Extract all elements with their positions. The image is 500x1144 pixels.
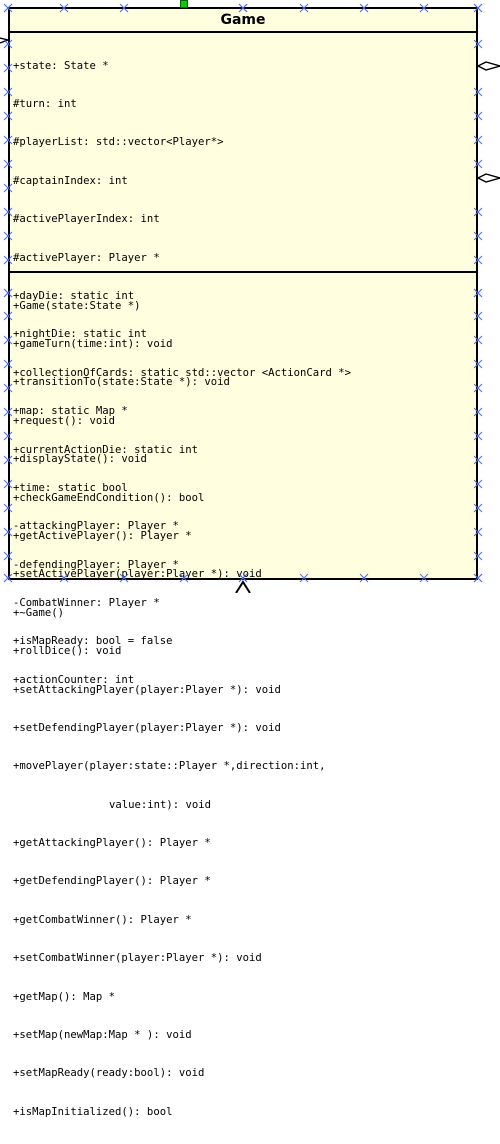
attribute-row: #turn: int: [13, 97, 77, 110]
uml-class-box[interactable]: Game +state: State * #turn: int #playerL…: [8, 7, 478, 1118]
top-handle-icon[interactable]: [180, 0, 188, 8]
attribute-row: #captainIndex: int: [13, 174, 128, 187]
method-row: +getCombatWinner(): Player *: [13, 913, 192, 926]
attribute-row: #activePlayerIndex: int: [13, 213, 160, 226]
method-row: +getAttackingPlayer(): Player *: [13, 837, 211, 850]
method-row: +setAttackingPlayer(player:Player *): vo…: [13, 683, 281, 696]
method-row: +movePlayer(player:state::Player *,direc…: [13, 760, 326, 773]
methods-compartment: +Game(state:State *) +gameTurn(time:int)…: [10, 273, 476, 1118]
method-row: +checkGameEndCondition(): bool: [13, 491, 205, 504]
class-title-bar: Game: [10, 9, 476, 33]
method-row: +setActivePlayer(player:Player *): void: [13, 568, 262, 581]
aggregation-diamond-icon: [476, 173, 500, 183]
method-row: +setCombatWinner(player:Player *): void: [13, 952, 262, 965]
class-name: Game: [220, 12, 266, 28]
method-row: +setDefendingPlayer(player:Player *): vo…: [13, 721, 281, 734]
attributes-compartment: +state: State * #turn: int #playerList: …: [10, 33, 476, 686]
method-row: +setMapReady(ready:bool): void: [13, 1067, 205, 1080]
method-row: +getActivePlayer(): Player *: [13, 529, 192, 542]
attribute-row: #playerList: std::vector<Player*>: [13, 136, 224, 149]
method-row: +gameTurn(time:int): void: [13, 337, 173, 350]
method-row: +setMap(newMap:Map * ): void: [13, 1029, 192, 1042]
method-row: +displayState(): void: [13, 453, 147, 466]
method-row: +Game(state:State *): [13, 299, 141, 312]
attribute-row: #activePlayer: Player *: [13, 251, 160, 264]
method-row: +getDefendingPlayer(): Player *: [13, 875, 211, 888]
method-row: +request(): void: [13, 414, 116, 427]
method-row: +getMap(): Map *: [13, 990, 116, 1003]
attribute-row: +state: State *: [13, 59, 109, 72]
arrowhead-icon: [0, 37, 11, 44]
aggregation-diamond-icon: [476, 61, 500, 71]
method-row: +rollDice(): void: [13, 645, 122, 658]
method-row: +isMapInitialized(): bool: [13, 1105, 173, 1118]
method-row-continuation: value:int): void: [109, 798, 212, 811]
